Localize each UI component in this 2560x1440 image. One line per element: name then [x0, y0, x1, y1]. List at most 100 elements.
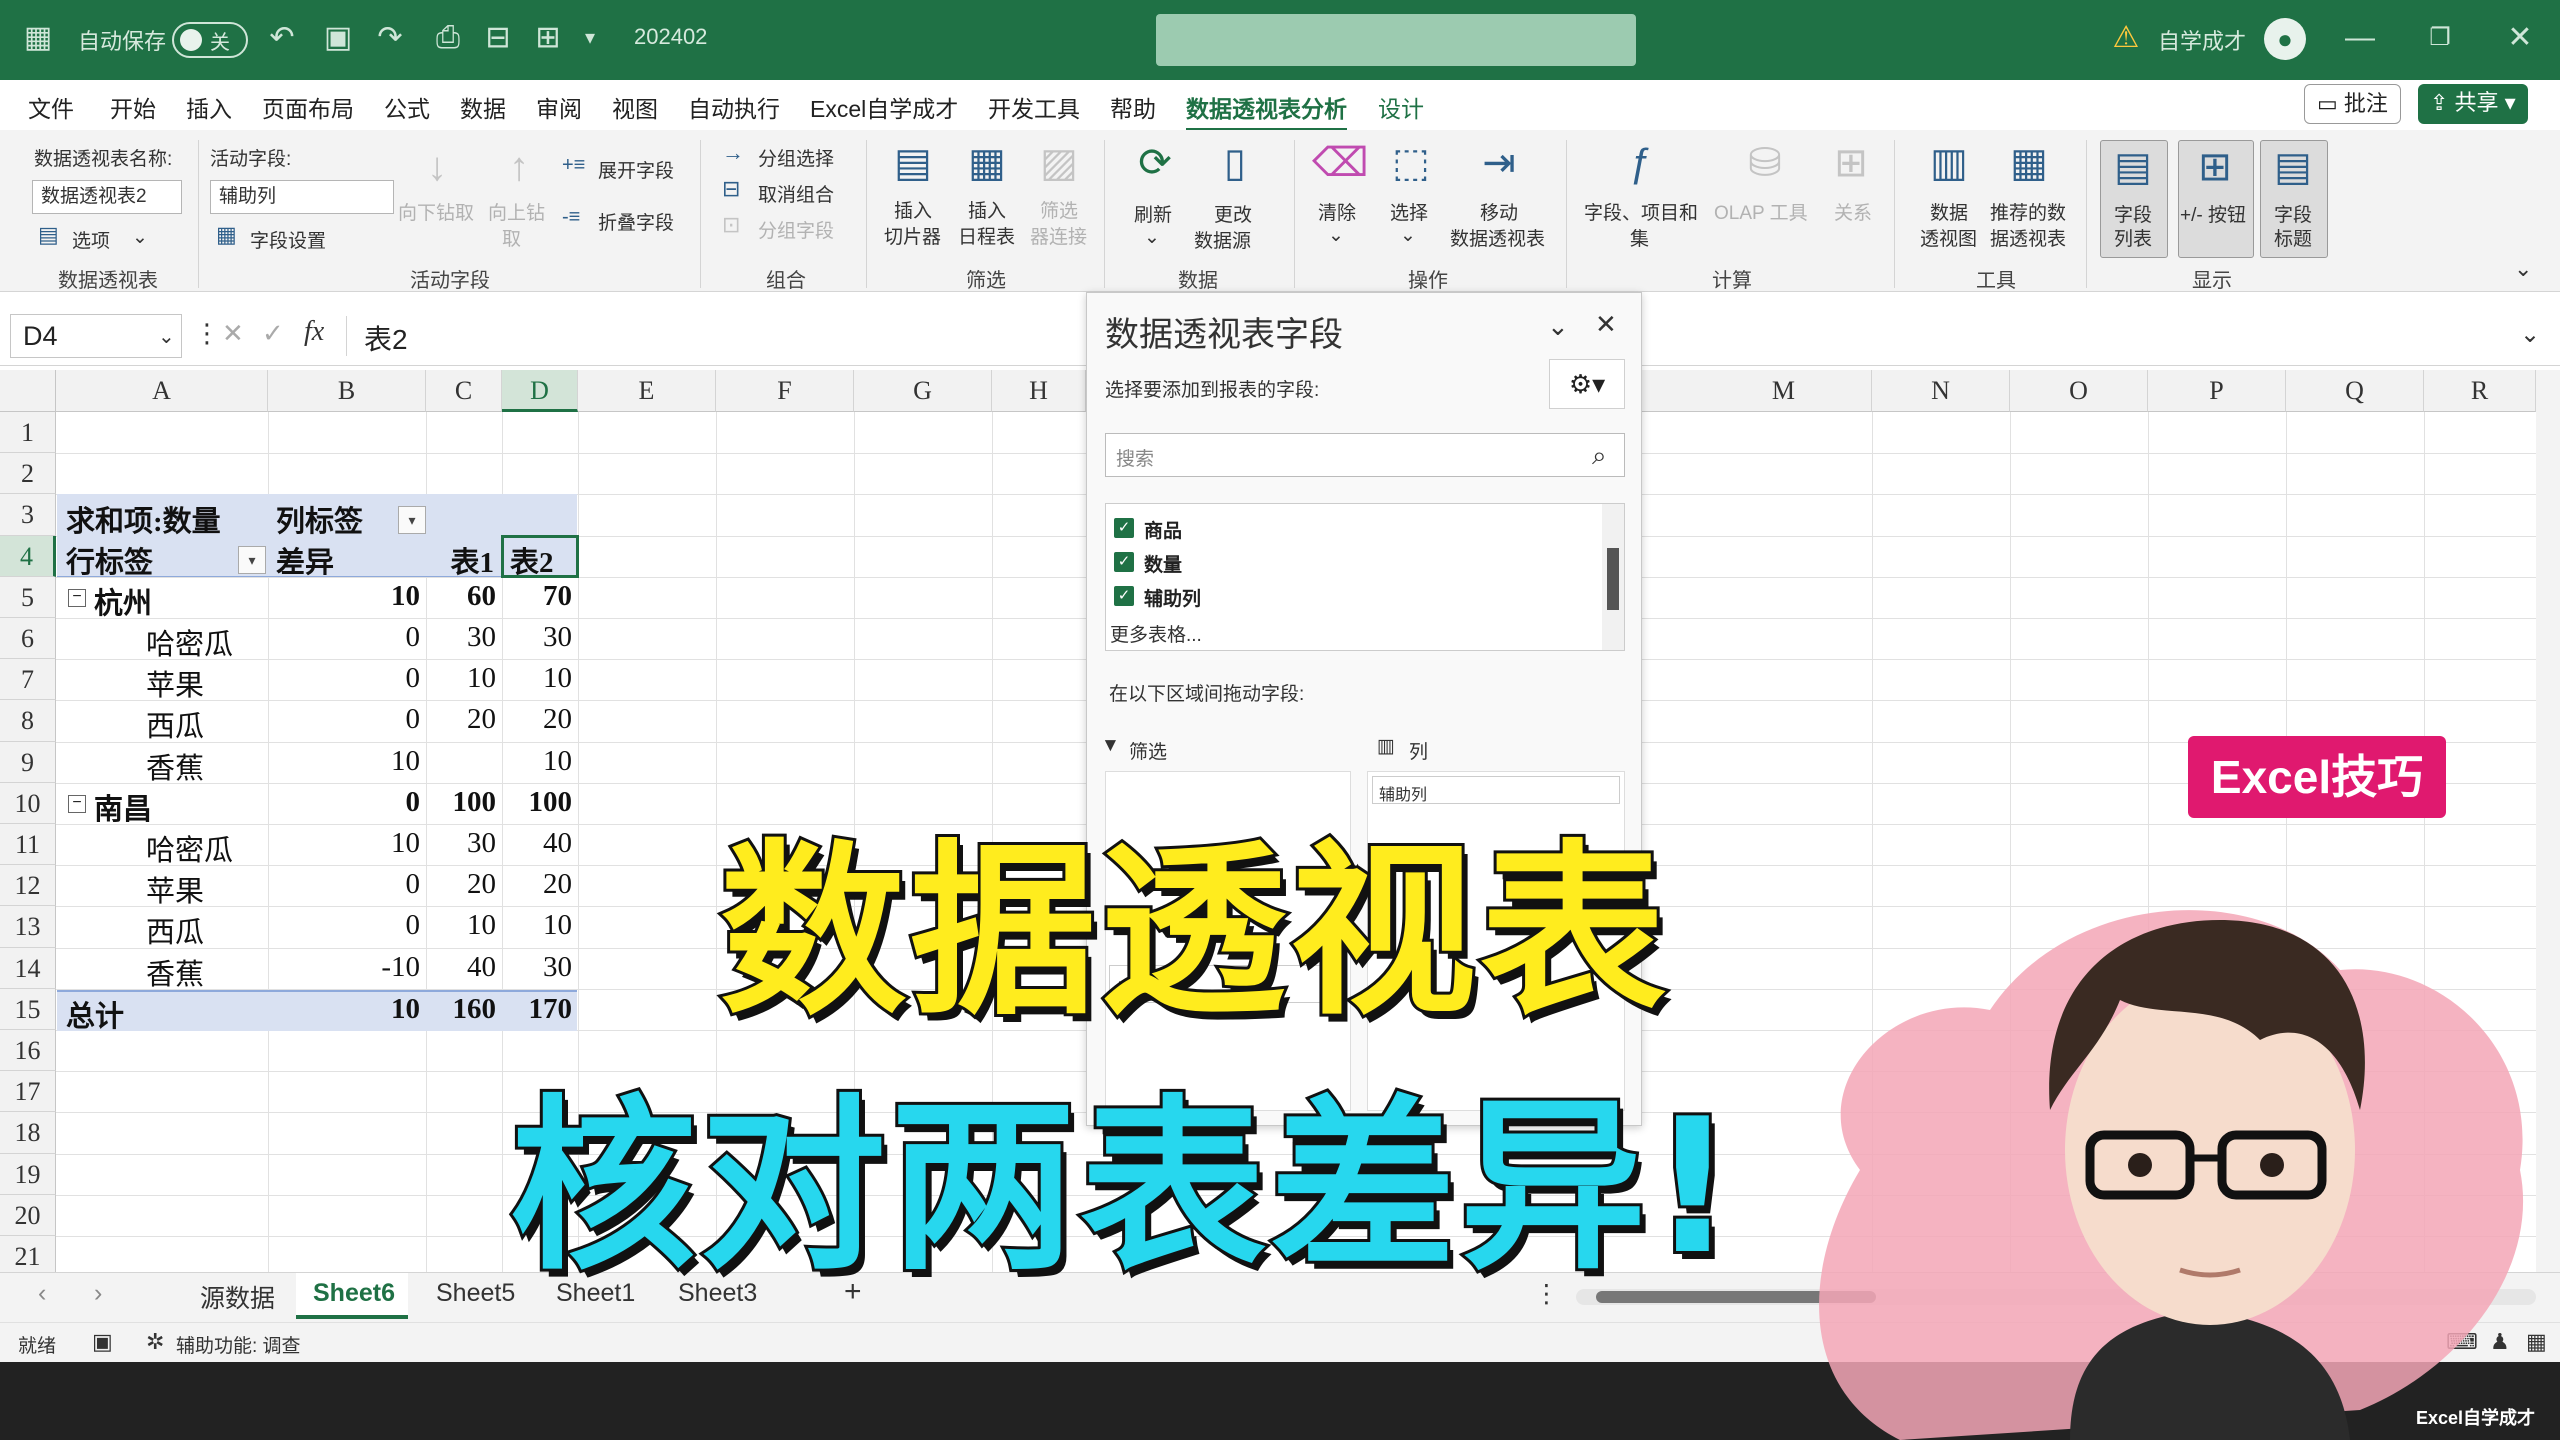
name-box[interactable]: D4	[10, 314, 182, 358]
save-icon[interactable]: ▣	[318, 18, 358, 58]
menu-formulas[interactable]: 公式	[384, 90, 430, 124]
pivot-value-cell[interactable]: 0	[270, 868, 421, 901]
refresh-button[interactable]: 刷新	[1134, 200, 1172, 227]
pivot-total-label[interactable]: 总计	[66, 993, 124, 1035]
change-source-label-2[interactable]: 数据源	[1194, 226, 1251, 253]
sheet-tab-sheet5[interactable]: Sheet5	[436, 1279, 515, 1308]
search-icon[interactable]: ⌕	[1592, 440, 1607, 472]
pivot-value-cell[interactable]: 0	[270, 662, 421, 695]
menu-help[interactable]: 帮助	[1110, 90, 1156, 124]
menu-design[interactable]: 设计	[1378, 90, 1424, 124]
pivot-row-label-cell[interactable]: 西瓜	[146, 909, 204, 951]
pivot-row-label-cell[interactable]: 南昌	[94, 786, 152, 828]
menu-pivot-analyze[interactable]: 数据透视表分析	[1186, 90, 1347, 132]
cancel-icon[interactable]: ✕	[222, 318, 244, 349]
row-filter-dropdown-icon[interactable]: ▾	[238, 546, 266, 574]
pivot-value-cell[interactable]: 10	[502, 745, 572, 778]
fields-items-label-2[interactable]: 集	[1630, 224, 1649, 251]
col-header-q[interactable]: Q	[2286, 370, 2424, 412]
clear-dropdown-icon[interactable]: ⌄	[1328, 224, 1344, 247]
collapse-toggle-icon[interactable]: −	[68, 588, 86, 607]
pivot-value-cell[interactable]: 0	[270, 909, 421, 942]
recommended-pivot-icon[interactable]: ▦	[2004, 138, 2054, 188]
col-header-g[interactable]: G	[854, 370, 992, 412]
field-quantity[interactable]: 数量	[1144, 550, 1182, 577]
pane-close-icon[interactable]: ✕	[1595, 309, 1617, 340]
pivot-value-cell[interactable]: 0	[270, 703, 421, 736]
col-header-b[interactable]: B	[268, 370, 426, 412]
menu-view[interactable]: 视图	[612, 90, 658, 124]
pivot-row-label-cell[interactable]: 西瓜	[146, 703, 204, 745]
close-window-icon[interactable]: ✕	[2500, 18, 2540, 58]
share-button[interactable]: ⇪ 共享 ▾	[2418, 84, 2528, 124]
menu-developer[interactable]: 开发工具	[988, 90, 1080, 124]
insert-timeline-label[interactable]: 插入	[968, 196, 1006, 223]
pivot-row-label-cell[interactable]: 杭州	[94, 580, 152, 622]
pivot-column-label[interactable]: 列标签	[276, 498, 363, 540]
accessibility-icon[interactable]: ✲	[146, 1329, 164, 1355]
pivot-value-cell[interactable]: 0	[270, 786, 421, 819]
menu-automate[interactable]: 自动执行	[688, 90, 780, 124]
pivot-value-cell[interactable]: 10	[270, 827, 420, 860]
prev-sheet-icon[interactable]: ‹	[38, 1279, 46, 1308]
drill-up-icon[interactable]: ↑	[494, 142, 544, 192]
status-accessibility[interactable]: 辅助功能: 调查	[176, 1331, 301, 1358]
pivot-value-cell[interactable]: 20	[426, 703, 496, 736]
pivot-row-label-cell[interactable]: 哈密瓜	[146, 827, 233, 869]
pivot-value-cell[interactable]: 10	[426, 662, 496, 695]
column-filter-dropdown-icon[interactable]: ▾	[398, 506, 426, 534]
row-header[interactable]: 4	[0, 535, 56, 577]
field-checkbox-helper[interactable]: ✓	[1114, 586, 1134, 606]
menu-review[interactable]: 审阅	[536, 90, 582, 124]
col-header-h[interactable]: H	[992, 370, 1086, 412]
menu-data[interactable]: 数据	[460, 90, 506, 124]
col-header-o[interactable]: O	[2010, 370, 2148, 412]
col-header-f[interactable]: F	[716, 370, 854, 412]
clear-icon[interactable]: ⌫	[1312, 138, 1369, 188]
col-header-a[interactable]: A	[56, 370, 268, 412]
pivot-row-label-cell[interactable]: 苹果	[146, 868, 204, 910]
pivot-chart-icon[interactable]: ▥	[1924, 138, 1974, 188]
autosave-toggle[interactable]: 关	[172, 22, 248, 58]
field-settings-button[interactable]: 字段设置	[250, 226, 326, 253]
move-pivot-label-2[interactable]: 数据透视表	[1450, 224, 1545, 251]
pivot-value-cell[interactable]: 20	[502, 868, 572, 901]
col-header-r[interactable]: R	[2424, 370, 2536, 412]
active-field-input[interactable]: 辅助列	[210, 180, 394, 214]
next-sheet-icon[interactable]: ›	[94, 1279, 102, 1308]
pivot-value-cell[interactable]: 10	[502, 662, 572, 695]
col-header-e[interactable]: E	[578, 370, 716, 412]
pivot-value-cell[interactable]: 0	[270, 621, 421, 654]
enter-icon[interactable]: ✓	[262, 318, 284, 349]
refresh-icon[interactable]: ⟳	[1130, 138, 1180, 188]
col-header-m[interactable]: M	[1642, 370, 1872, 412]
select-icon[interactable]: ⬚	[1386, 138, 1436, 188]
menu-file[interactable]: 文件	[28, 90, 74, 124]
pivot-value-cell[interactable]: 40	[426, 951, 496, 984]
pivot-value-cell[interactable]: 30	[426, 621, 496, 654]
move-pivot-label[interactable]: 移动	[1480, 198, 1518, 225]
pivot-total-diff[interactable]: 10	[270, 993, 420, 1026]
row-header[interactable]: 9	[0, 741, 56, 783]
pivot-row-label-cell[interactable]: 香蕉	[146, 745, 204, 787]
expand-field-button[interactable]: 展开字段	[598, 156, 674, 183]
pivot-row-label-cell[interactable]: 苹果	[146, 662, 204, 704]
row-header[interactable]: 11	[0, 824, 56, 866]
restore-icon[interactable]: ❐	[2420, 18, 2460, 58]
row-header[interactable]: 17	[0, 1071, 56, 1113]
insert-timeline-label-2[interactable]: 日程表	[958, 222, 1015, 249]
row-header[interactable]: 10	[0, 782, 56, 824]
relationships-button[interactable]: 关系	[1834, 198, 1872, 225]
recommended-pivot-label[interactable]: 推荐的数	[1990, 198, 2066, 225]
collapse-ribbon-icon[interactable]: ⌄	[2514, 256, 2532, 282]
pivot-value-cell[interactable]: 30	[502, 621, 572, 654]
pivot-value-cell[interactable]: 60	[426, 580, 496, 613]
insert-slicer-label[interactable]: 插入	[894, 196, 932, 223]
field-helper[interactable]: 辅助列	[1144, 584, 1201, 611]
field-product[interactable]: 商品	[1144, 516, 1182, 543]
pivot-value-cell[interactable]: 10	[426, 909, 496, 942]
pivot-row-label-cell[interactable]: 哈密瓜	[146, 621, 233, 663]
pivot-value-label[interactable]: 求和项:数量	[66, 498, 221, 540]
menu-page-layout[interactable]: 页面布局	[262, 90, 354, 124]
clear-button[interactable]: 清除	[1318, 198, 1356, 225]
